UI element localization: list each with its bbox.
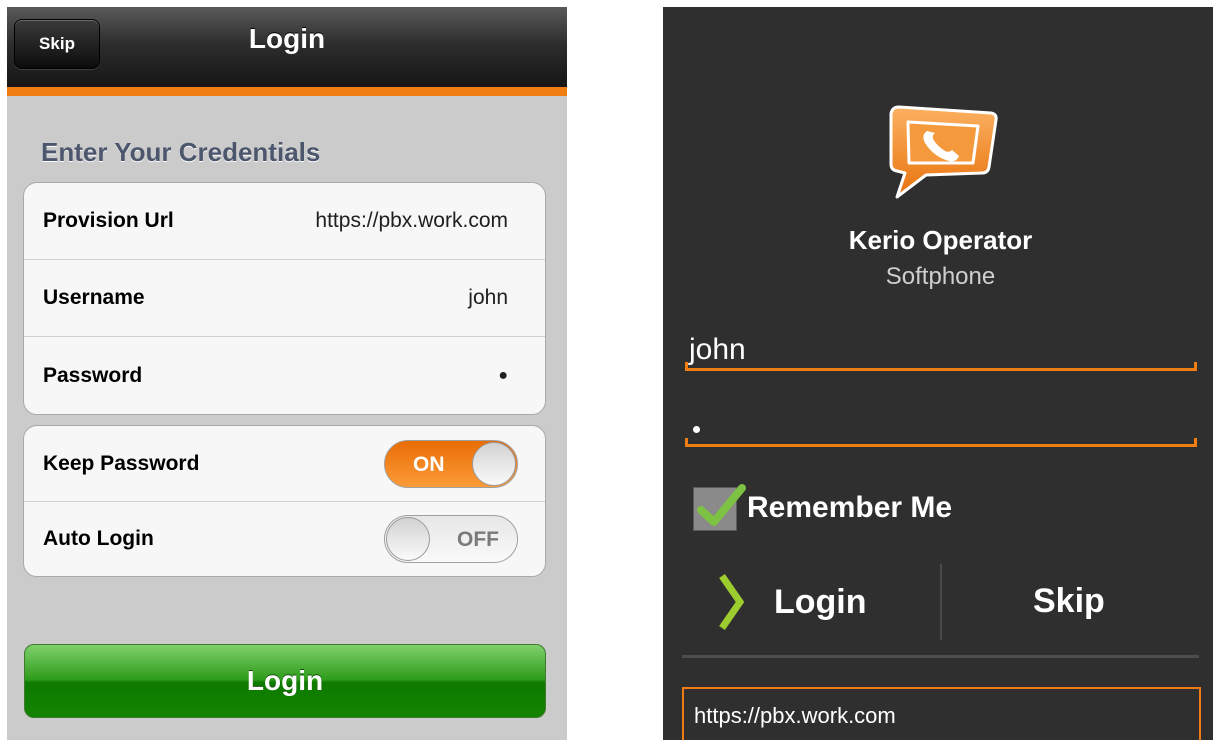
password-value — [693, 426, 700, 433]
provision-url-field[interactable]: https://pbx.work.com — [315, 209, 508, 233]
options-group: Keep Password ON Auto Login OFF — [23, 425, 546, 577]
url-value: https://pbx.work.com — [694, 703, 896, 728]
keep-password-toggle[interactable]: ON — [384, 439, 518, 488]
toggle-knob — [472, 441, 516, 486]
auto-login-toggle[interactable]: OFF — [384, 515, 518, 563]
navbar-accent-line — [7, 87, 567, 96]
skip-action[interactable]: Skip — [1033, 582, 1105, 621]
skip-button[interactable]: Skip — [14, 19, 100, 69]
password-field[interactable]: ● — [498, 367, 508, 385]
nav-title: Login — [248, 23, 326, 54]
password-row[interactable]: Password ● — [24, 337, 545, 414]
ios-login-screen: Skip Login Enter Your Credentials Provis… — [7, 7, 567, 740]
remember-me-label[interactable]: Remember Me — [747, 491, 952, 525]
username-input[interactable]: john — [685, 325, 1197, 371]
username-row[interactable]: Username john — [24, 260, 545, 337]
keep-password-row: Keep Password ON — [24, 426, 545, 502]
login-action[interactable]: Login — [718, 562, 948, 642]
chevron-right-icon — [719, 574, 744, 630]
toggle-knob — [386, 517, 430, 561]
input-underline — [685, 362, 1197, 371]
credentials-group: Provision Url https://pbx.work.com Usern… — [23, 182, 546, 415]
toggle-state-text: OFF — [457, 528, 499, 551]
provision-url-label: Provision Url — [43, 209, 174, 232]
password-label: Password — [43, 363, 143, 387]
navigation-bar: Skip Login — [7, 7, 567, 87]
login-button[interactable]: Login — [24, 644, 546, 718]
toggle-state-text: ON — [413, 452, 445, 476]
app-name: Kerio Operator — [848, 225, 1033, 255]
auto-login-row: Auto Login OFF — [24, 502, 545, 576]
input-underline — [685, 438, 1197, 447]
divider — [682, 655, 1199, 658]
provision-url-row[interactable]: Provision Url https://pbx.work.com — [24, 183, 545, 260]
android-login-screen: Kerio Operator Softphone john Remember M… — [663, 7, 1213, 740]
app-subtitle: Softphone — [885, 263, 996, 290]
login-action-label: Login — [774, 582, 867, 621]
phone-speech-bubble-icon — [881, 97, 1001, 207]
remember-me-checkbox[interactable] — [693, 484, 746, 531]
username-value: john — [689, 333, 746, 366]
keep-password-label: Keep Password — [43, 451, 200, 475]
checkmark-icon — [697, 484, 746, 526]
auto-login-label: Auto Login — [43, 527, 154, 550]
action-separator — [940, 564, 942, 640]
password-input[interactable] — [685, 401, 1197, 447]
username-label: Username — [43, 286, 145, 309]
section-title: Enter Your Credentials — [41, 137, 321, 167]
username-field[interactable]: john — [468, 286, 508, 310]
url-input[interactable]: https://pbx.work.com — [682, 687, 1201, 740]
